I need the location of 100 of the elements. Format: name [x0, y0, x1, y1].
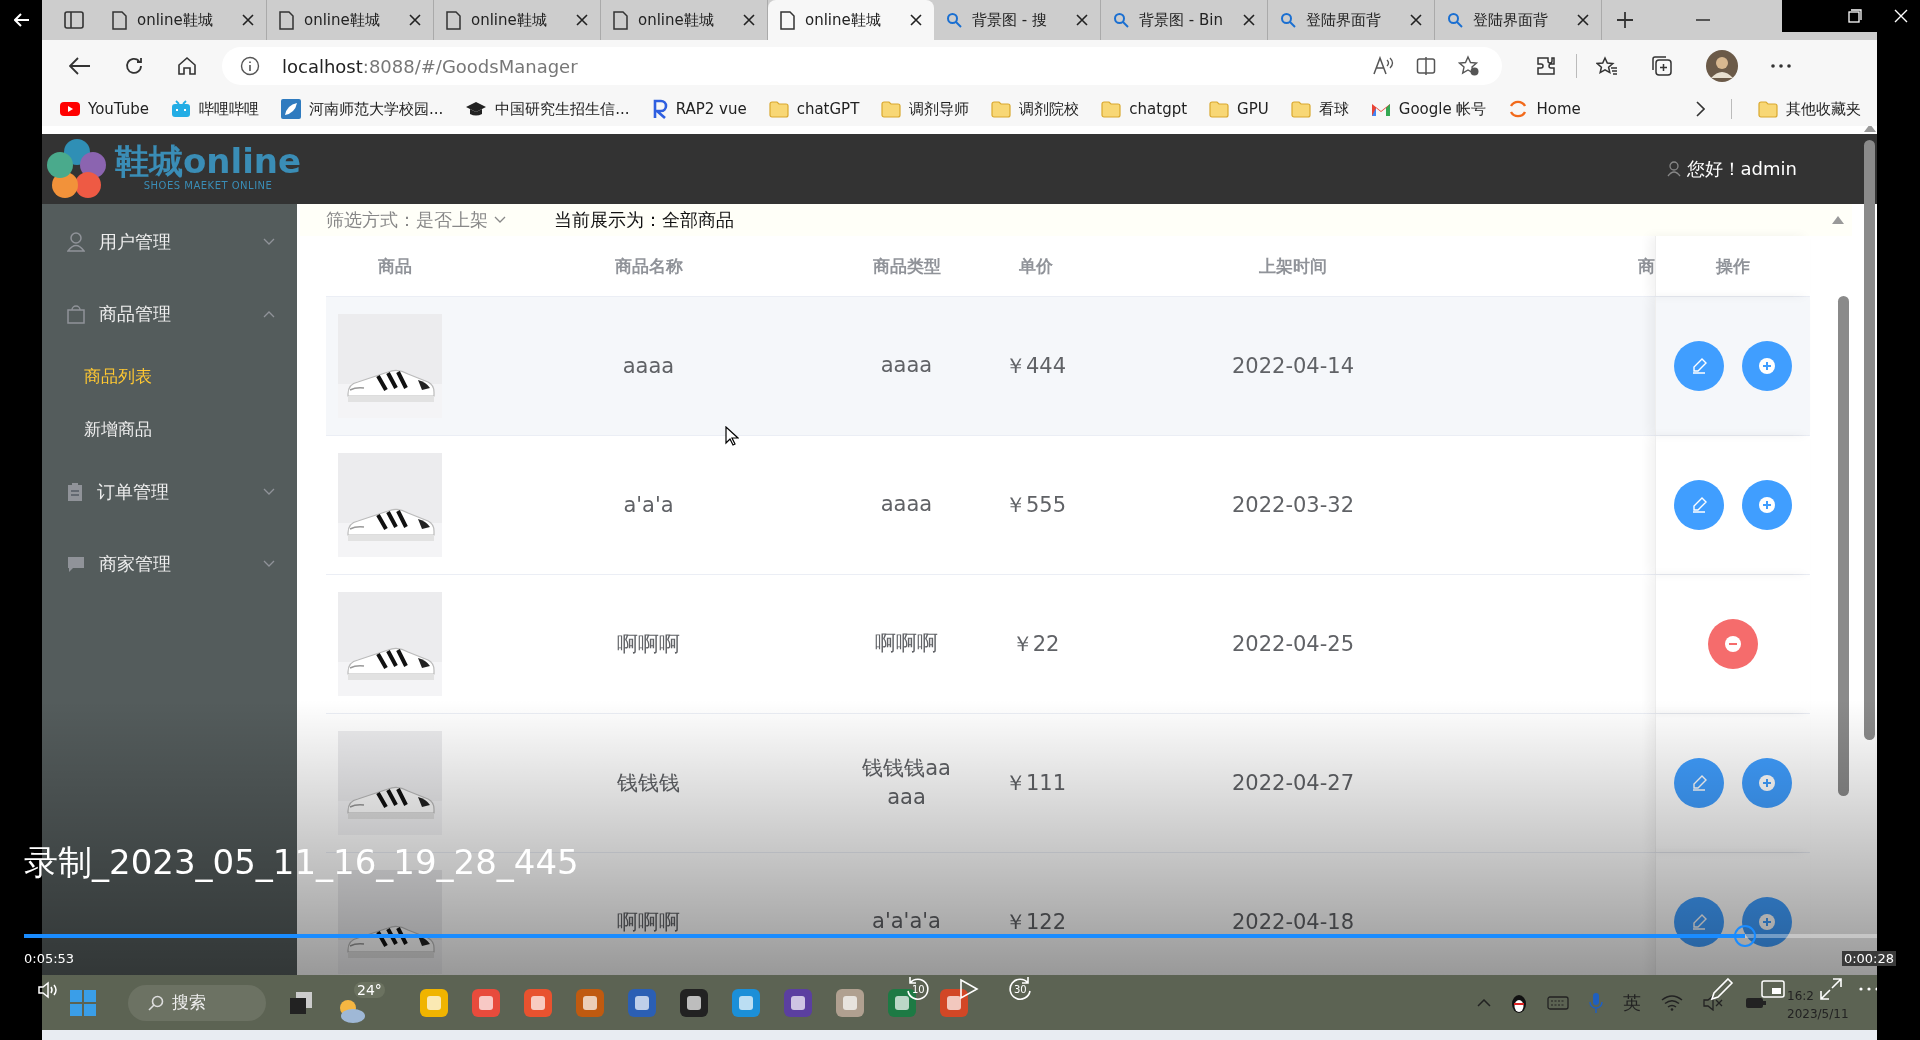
bookmark[interactable]: 其他收藏夹: [1758, 99, 1861, 119]
task-view-icon[interactable]: [288, 989, 314, 1016]
tv-icon: [171, 100, 191, 118]
mini-player-icon[interactable]: [1761, 980, 1785, 998]
scroll-up-icon[interactable]: [1832, 216, 1844, 224]
app-icon[interactable]: [574, 986, 606, 1019]
clipboard-icon: [67, 482, 83, 502]
bag-icon: [67, 304, 85, 324]
info-icon: [240, 56, 260, 76]
edit-button[interactable]: [1674, 897, 1724, 947]
address-bar[interactable]: localhost:8088/#/GoodsManager: [222, 47, 1502, 85]
bookmark[interactable]: Google 帐号: [1370, 99, 1487, 119]
submenu-item[interactable]: 商品列表: [42, 350, 297, 403]
bookmark[interactable]: GPU: [1209, 100, 1269, 118]
play-logo-icon: [60, 102, 80, 116]
table-cell-text: ￥111: [1004, 770, 1067, 797]
table-cell-text: ￥444: [1004, 353, 1067, 380]
table-cell: 2022-04-18: [1231, 910, 1354, 934]
close-icon[interactable]: [910, 14, 922, 26]
bookmark[interactable]: chatGPT: [768, 100, 860, 118]
bookmark[interactable]: 河南师范大学校园...: [281, 99, 444, 119]
volume-muted-icon[interactable]: [1703, 994, 1725, 1011]
page-icon: [446, 10, 461, 30]
taskbar-search[interactable]: 搜索: [128, 984, 266, 1021]
close-icon[interactable]: [1410, 14, 1422, 26]
battery-icon[interactable]: [1745, 995, 1767, 1010]
ring-logo-icon: [1508, 99, 1529, 119]
home-icon[interactable]: [177, 56, 197, 76]
menu-item[interactable]: 商家管理: [42, 528, 297, 600]
table-cell-text: ￥22: [1011, 631, 1060, 658]
greeting-text: 您好！admin: [1686, 157, 1797, 181]
fullscreen-icon[interactable]: [1819, 977, 1843, 1001]
add-button[interactable]: [1742, 341, 1792, 391]
close-icon[interactable]: [1243, 14, 1255, 26]
progress-thumb[interactable]: [1734, 925, 1757, 947]
extensions-icon[interactable]: [1535, 55, 1557, 77]
favorites-icon[interactable]: [1596, 56, 1618, 76]
add-favorite-icon[interactable]: [1458, 55, 1480, 77]
menu-item[interactable]: 用户管理: [42, 206, 297, 278]
collections-icon[interactable]: [1651, 55, 1673, 77]
menu-item[interactable]: 订单管理: [42, 456, 297, 528]
chevron-up-icon[interactable]: [1477, 998, 1491, 1007]
rewind-button[interactable]: 10: [904, 975, 932, 1003]
close-icon[interactable]: [242, 14, 254, 26]
bookmark[interactable]: 调剂院校: [991, 99, 1080, 119]
submenu-item[interactable]: 新增商品: [42, 403, 297, 456]
reload-icon[interactable]: [124, 56, 144, 76]
add-button[interactable]: [1742, 480, 1792, 530]
close-icon[interactable]: [409, 14, 421, 26]
column-header: 商: [1637, 254, 1655, 278]
bookmark[interactable]: RAP2 vue: [651, 99, 747, 119]
menu-item[interactable]: 商品管理: [42, 278, 297, 350]
search-icon: [1447, 12, 1463, 28]
restore-icon[interactable]: [1848, 9, 1862, 23]
close-icon[interactable]: [1076, 14, 1088, 26]
close-icon[interactable]: [743, 14, 755, 26]
app-icon[interactable]: [522, 986, 554, 1019]
more-icon[interactable]: [1771, 64, 1791, 68]
close-icon[interactable]: [1577, 14, 1589, 26]
logo-title: 鞋城online: [115, 142, 302, 181]
edit-button[interactable]: [1674, 341, 1724, 391]
forward-button[interactable]: 30: [1006, 975, 1034, 1003]
bookmark[interactable]: 中国研究生招生信...: [465, 99, 630, 119]
rap-logo-icon: [651, 99, 668, 119]
add-button[interactable]: [1742, 897, 1792, 947]
app-icon[interactable]: [678, 986, 710, 1019]
forward-icon: [1006, 975, 1034, 1003]
scrollbar-thumb[interactable]: [1864, 140, 1875, 740]
weather-widget[interactable]: 24°: [336, 981, 386, 1024]
edit-button[interactable]: [1674, 480, 1724, 530]
new-tab-icon[interactable]: [1616, 11, 1634, 29]
penguin-icon[interactable]: [1511, 992, 1527, 1013]
bookmark[interactable]: YouTube: [60, 100, 149, 118]
read-aloud-icon[interactable]: [1372, 56, 1394, 76]
scrollbar-thumb[interactable]: [1838, 296, 1849, 796]
pencil-icon: [1691, 914, 1707, 930]
remove-button[interactable]: [1708, 619, 1758, 669]
add-button[interactable]: [1742, 758, 1792, 808]
tab-strip-icon[interactable]: [64, 11, 84, 29]
play-icon[interactable]: [959, 978, 979, 1000]
split-screen-icon[interactable]: [1416, 56, 1436, 76]
column-header: 商品名称: [613, 254, 684, 278]
bookmark[interactable]: Home: [1508, 99, 1581, 119]
table-cell-text: aaaa: [880, 491, 933, 519]
pencil-icon[interactable]: [1710, 977, 1734, 1001]
profile-avatar[interactable]: [1706, 50, 1738, 82]
close-icon[interactable]: [576, 14, 588, 26]
bookmark[interactable]: chatgpt: [1101, 100, 1188, 118]
search-icon: [1280, 12, 1296, 28]
edit-button[interactable]: [1674, 758, 1724, 808]
bookmark[interactable]: 哔哩哔哩: [171, 99, 259, 119]
bookmark[interactable]: 调剂导师: [881, 99, 970, 119]
filter-dropdown[interactable]: 是否上架: [416, 208, 506, 232]
wifi-icon[interactable]: [1661, 994, 1683, 1011]
chevron-right-icon[interactable]: [1695, 101, 1705, 117]
back-icon[interactable]: [69, 57, 91, 75]
page-icon: [613, 10, 628, 30]
browser-tab[interactable]: online鞋城: [768, 0, 934, 40]
volume-icon[interactable]: [38, 981, 60, 999]
bookmark[interactable]: 看球: [1290, 99, 1349, 119]
